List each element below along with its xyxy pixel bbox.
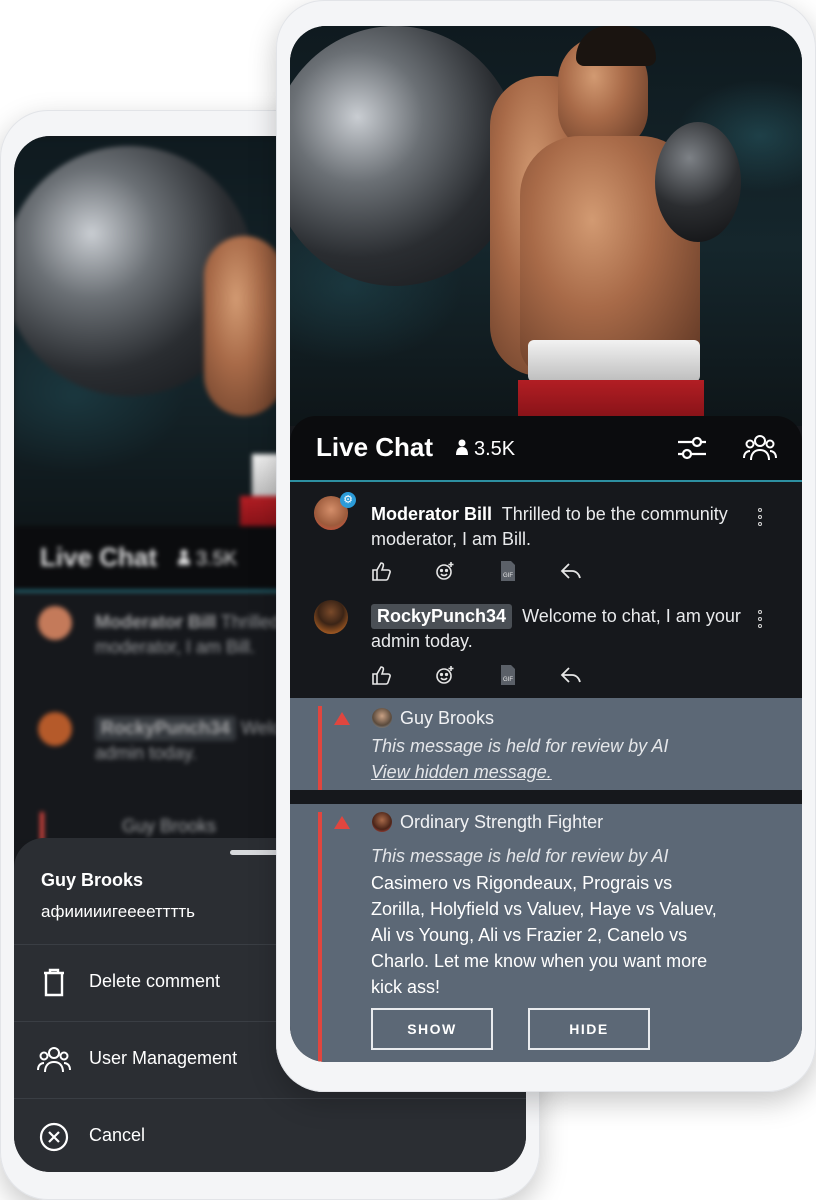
sheet-message-text: афииииигеееетттть (41, 902, 196, 921)
delete-comment-label: Delete comment (89, 971, 221, 991)
front-phone-frame: Live Chat 3.5K ⚙ Moderator Bill Thrilled… (276, 0, 816, 1092)
chat-header: Live Chat 3.5K (290, 416, 802, 482)
chat-message: RockyPunch34 Welcome to chat, I am your … (290, 588, 802, 698)
like-icon[interactable] (371, 664, 434, 690)
gif-icon[interactable]: GIF (497, 664, 560, 690)
chat-title-back: Live Chat (40, 542, 158, 572)
svg-text:GIF: GIF (503, 573, 513, 579)
reply-icon[interactable] (560, 560, 623, 586)
trash-icon (36, 965, 72, 1001)
user-management-label: User Management (89, 1048, 238, 1068)
view-hidden-message-link[interactable]: View hidden message. (371, 762, 552, 783)
message-actions: GIF (371, 560, 623, 586)
glove-shape (290, 26, 520, 286)
message-text: RockyPunch34 Welcome to chat, I am your … (371, 604, 751, 654)
hero-image (290, 26, 802, 426)
warning-icon (334, 712, 350, 725)
sheet-user-name: Guy Brooks (41, 870, 144, 890)
viewer-count: 3.5K (456, 438, 515, 461)
show-button[interactable]: SHOW (371, 1008, 493, 1050)
held-review-note: This message is held for review by AI (371, 846, 669, 866)
held-user-name[interactable]: Ordinary Strength Fighter (400, 812, 603, 833)
held-user-name[interactable]: Guy Brooks (400, 708, 494, 729)
held-message: Guy Brooks This message is held for revi… (290, 698, 802, 790)
cancel-button[interactable]: Cancel (14, 1098, 526, 1172)
message-user[interactable]: Moderator Bill (371, 504, 492, 524)
held-indicator-bar (318, 812, 322, 1062)
front-phone-screen: Live Chat 3.5K ⚙ Moderator Bill Thrilled… (290, 26, 802, 1062)
reply-icon[interactable] (560, 664, 623, 690)
person-icon (178, 548, 190, 571)
waistband-shape (528, 340, 700, 382)
held-name-back: Guy Brooks (122, 816, 217, 836)
hair-shape (576, 26, 656, 66)
svg-text:GIF: GIF (503, 677, 513, 683)
avatar[interactable] (372, 708, 392, 728)
more-options-icon[interactable] (758, 610, 766, 631)
gif-icon[interactable]: GIF (497, 560, 560, 586)
held-message: Ordinary Strength Fighter This message i… (290, 804, 802, 1062)
chat-title: Live Chat (316, 432, 434, 462)
message-user: RockyPunch34 (95, 716, 237, 741)
more-options-icon[interactable] (758, 508, 766, 529)
right-glove-shape (655, 122, 741, 242)
viewer-count-label: 3.5K (474, 438, 516, 460)
avatar (38, 606, 72, 640)
cancel-circle-icon (36, 1119, 72, 1155)
cancel-label: Cancel (89, 1125, 146, 1145)
held-review-note: This message is held for review by AI (371, 736, 669, 756)
moderator-badge-icon: ⚙ (340, 492, 356, 508)
viewer-count-label: 3.5K (196, 548, 238, 570)
held-indicator-bar (318, 706, 322, 790)
like-icon[interactable] (371, 560, 434, 586)
users-icon[interactable] (742, 430, 778, 466)
users-icon (36, 1042, 72, 1078)
hide-button[interactable]: HIDE (528, 1008, 650, 1050)
divider (290, 790, 802, 804)
message-text: Moderator Bill Thrilled to be the commun… (371, 502, 751, 552)
add-reaction-icon[interactable] (434, 560, 497, 586)
message-actions: GIF (371, 664, 623, 690)
chat-messages: ⚙ Moderator Bill Thrilled to be the comm… (290, 482, 802, 698)
warning-icon (334, 816, 350, 829)
avatar[interactable] (314, 600, 348, 634)
message-user[interactable]: RockyPunch34 (371, 604, 513, 629)
held-message-body: Casimero vs Rigondeaux, Prograis vs Zori… (371, 873, 717, 997)
add-reaction-icon[interactable] (434, 664, 497, 690)
viewer-count-back: 3.5K (178, 548, 237, 571)
message-user: Moderator Bill (95, 612, 217, 632)
avatar[interactable] (372, 812, 392, 832)
person-icon (456, 438, 468, 461)
filter-settings-icon[interactable] (674, 430, 710, 466)
avatar (38, 712, 72, 746)
chat-message: ⚙ Moderator Bill Thrilled to be the comm… (290, 482, 802, 588)
